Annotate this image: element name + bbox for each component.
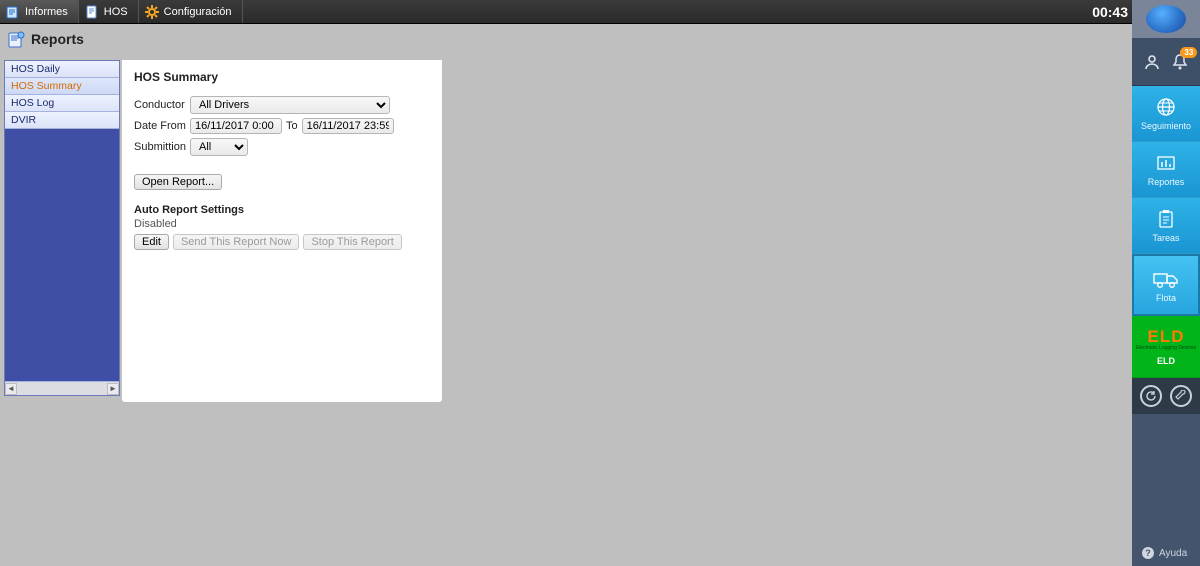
open-report-button[interactable]: Open Report... (134, 174, 222, 190)
content-area: Reports HOS Daily HOS Summary HOS Log DV… (0, 24, 1132, 566)
conductor-label: Conductor (134, 99, 190, 111)
date-to-input[interactable] (302, 118, 394, 134)
edit-button[interactable]: Edit (134, 234, 169, 250)
rail-help[interactable]: ? Ayuda (1132, 540, 1200, 566)
rail-tile-tasks[interactable]: Tareas (1132, 198, 1200, 254)
tab-label: HOS (104, 6, 128, 18)
scroll-right-icon[interactable]: ► (107, 383, 119, 395)
rail-label: Seguimiento (1141, 121, 1191, 131)
gear-icon (145, 5, 159, 19)
tab-informes[interactable]: Informes (0, 0, 79, 23)
sidebar-item-hos-log[interactable]: HOS Log (5, 95, 119, 112)
scroll-left-icon[interactable]: ◄ (5, 383, 17, 395)
rail-tile-reports[interactable]: Reportes (1132, 142, 1200, 198)
sidebar-item-hos-daily[interactable]: HOS Daily (5, 61, 119, 78)
right-rail: 33 Seguimiento Reportes Tareas Flota ELD… (1132, 0, 1200, 566)
submission-label: Submittion (134, 141, 190, 153)
rail-filler (1132, 414, 1200, 540)
tab-hos[interactable]: HOS (79, 0, 139, 23)
notification-badge: 33 (1180, 47, 1197, 58)
workarea: HOS Daily HOS Summary HOS Log DVIR ◄ ► H… (0, 60, 1132, 402)
rail-label: ELD (1157, 356, 1175, 366)
conductor-select[interactable]: All Drivers (190, 96, 390, 114)
date-from-input[interactable] (190, 118, 282, 134)
reports-page-icon (8, 30, 26, 48)
wrench-icon[interactable] (1170, 385, 1192, 407)
tab-label: Configuración (164, 6, 232, 18)
notifications-button[interactable]: 33 (1171, 53, 1189, 71)
rail-label: Tareas (1152, 233, 1179, 243)
sidebar-item-dvir[interactable]: DVIR (5, 112, 119, 129)
rail-tile-fleet[interactable]: Flota (1132, 254, 1200, 316)
sidebar-hscroll[interactable]: ◄ ► (5, 381, 119, 395)
avatar-icon (1146, 5, 1186, 33)
user-icon[interactable] (1143, 53, 1161, 71)
help-icon: ? (1142, 547, 1154, 559)
tab-label: Informes (25, 6, 68, 18)
refresh-icon[interactable] (1140, 385, 1162, 407)
truck-icon (1152, 268, 1180, 290)
date-from-label: Date From (134, 120, 190, 132)
rail-avatar-area[interactable] (1132, 0, 1200, 38)
rail-label: Reportes (1148, 177, 1185, 187)
rail-tile-tracking[interactable]: Seguimiento (1132, 86, 1200, 142)
rail-tile-eld[interactable]: ELD Electronic Logging Devices ELD (1132, 316, 1200, 378)
tab-config[interactable]: Configuración (139, 0, 243, 23)
submission-select[interactable]: All (190, 138, 248, 156)
sidebar-item-hos-summary[interactable]: HOS Summary (5, 78, 119, 95)
page-title: Reports (31, 31, 84, 47)
rail-tool-row (1132, 378, 1200, 414)
eld-logo-sub: Electronic Logging Devices (1136, 345, 1196, 351)
stop-report-button: Stop This Report (303, 234, 401, 250)
sidebar-filler (5, 129, 119, 381)
globe-icon (1155, 96, 1177, 118)
help-label: Ayuda (1159, 548, 1187, 559)
clock: 00:43 (1092, 0, 1128, 24)
send-report-now-button: Send This Report Now (173, 234, 299, 250)
auto-report-status: Disabled (134, 218, 430, 230)
report-panel: HOS Summary Conductor All Drivers Date F… (122, 60, 442, 402)
rail-label: Flota (1156, 293, 1176, 303)
report-icon (6, 5, 20, 19)
panel-title: HOS Summary (134, 70, 430, 84)
eld-logo-text: ELD (1148, 328, 1185, 345)
page-header: Reports (0, 24, 1132, 60)
document-icon (85, 5, 99, 19)
auto-report-heading: Auto Report Settings (134, 204, 430, 216)
report-type-sidebar: HOS Daily HOS Summary HOS Log DVIR ◄ ► (4, 60, 120, 396)
chart-icon (1155, 152, 1177, 174)
topbar: Informes HOS Configuración 00:43 (0, 0, 1200, 24)
clipboard-icon (1155, 208, 1177, 230)
date-to-label: To (286, 120, 298, 132)
rail-user-row: 33 (1132, 38, 1200, 86)
